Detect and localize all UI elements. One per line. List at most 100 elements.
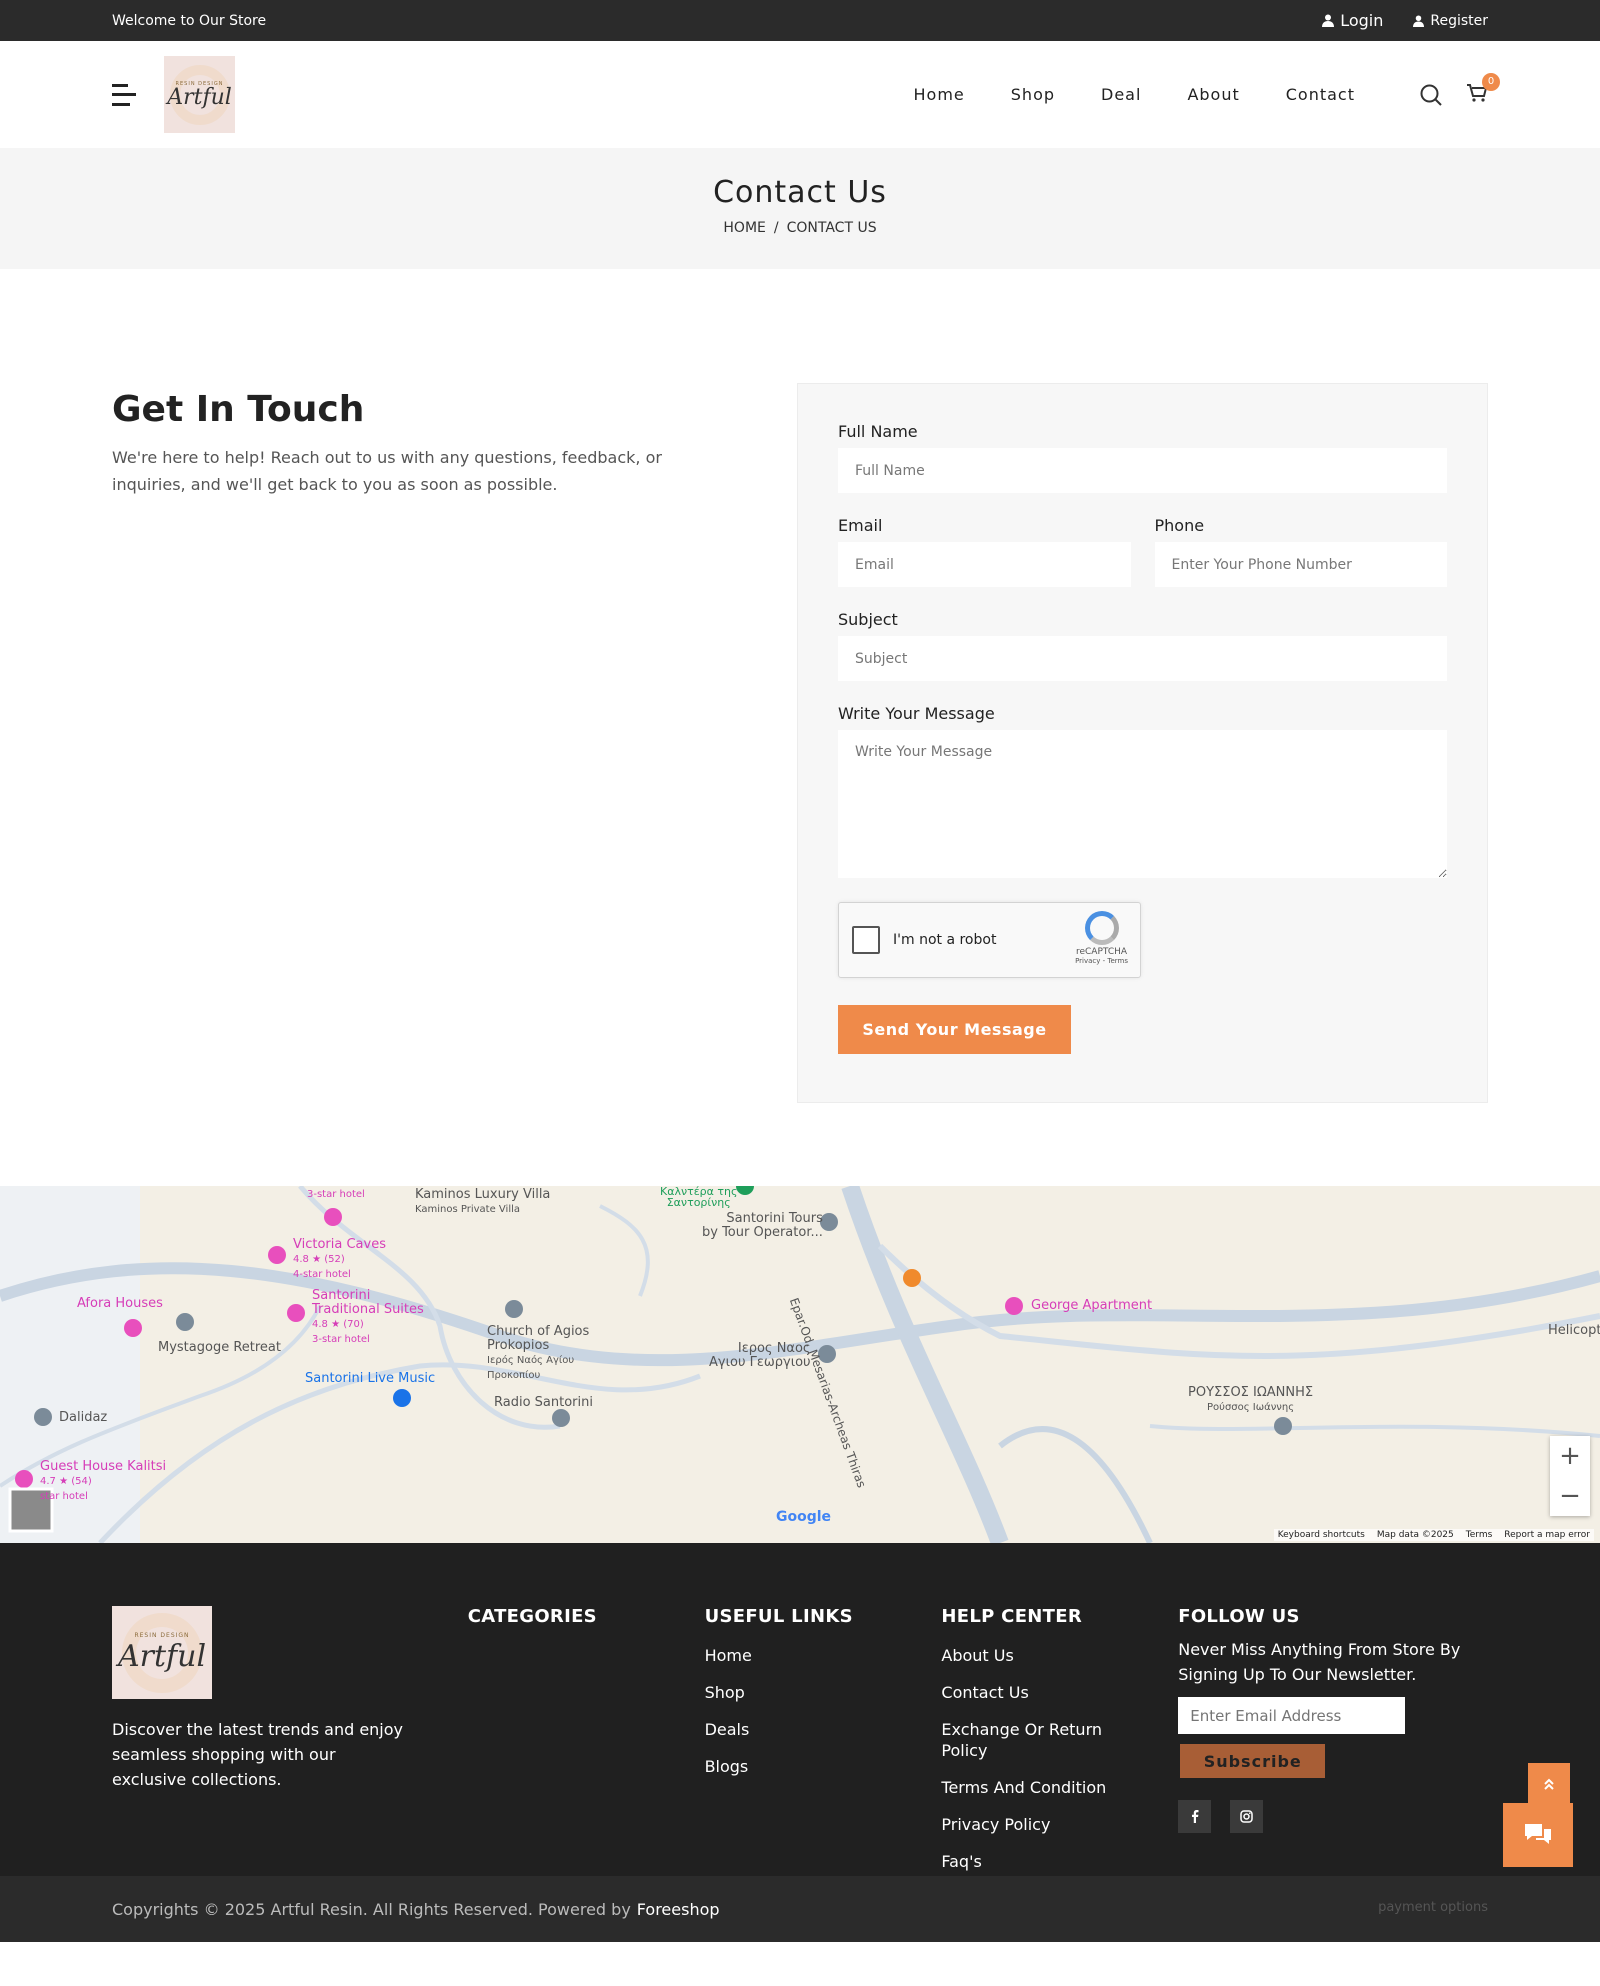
footer-about-text: Discover the latest trends and enjoy sea… [112,1720,404,1789]
breadcrumb: HOME / CONTACT US [0,220,1600,236]
subscribe-button[interactable]: Subscribe [1180,1744,1326,1778]
phone-input[interactable] [1154,542,1447,587]
powered-by-link[interactable]: Foreeshop [637,1900,720,1919]
nav-contact[interactable]: Contact [1286,85,1355,104]
map-label-text: Santorini [312,1288,371,1303]
map-label-sub: 4.8 ★ (52) [293,1254,345,1265]
footer-link-shop[interactable]: Shop [705,1682,942,1703]
copyright-text: Copyrights © 2025 Artful Resin. All Righ… [112,1899,631,1919]
map-label-text: Αγιου Γεωργιου [709,1355,811,1370]
map-label-sub: 4.8 ★ (70) [312,1319,364,1330]
keyboard-shortcuts-link[interactable]: Keyboard shortcuts [1278,1530,1365,1540]
footer-link-faq[interactable]: Faq's [941,1851,1178,1872]
footer-link-about-us[interactable]: About Us [941,1645,1178,1666]
hamburger-menu-icon[interactable] [112,83,136,106]
map-label-sub: by Tour Operator... [702,1225,823,1240]
scroll-to-top-button[interactable] [1528,1763,1570,1805]
help-center-heading: HELP CENTER [941,1606,1082,1627]
contact-form: Full Name Email Phone Subject Write Your… [797,383,1488,1103]
footer-link-deals[interactable]: Deals [705,1719,942,1740]
map-label-text: Traditional Suites [312,1302,424,1317]
map-label-sub: Kaminos Private Villa [415,1204,520,1215]
newsletter-email-input[interactable] [1178,1697,1406,1734]
site-logo[interactable]: RESIN DESIGN Artful [164,56,235,133]
map-label-sub: 3-star hotel [312,1334,370,1345]
footer-logo[interactable]: RESIN DESIGN Artful [112,1606,212,1699]
map-label-text: Guest House Kalitsi [40,1459,167,1474]
map-data-text: Map data ©2025 [1376,1530,1454,1540]
main-nav: Home Shop Deal About Contact [914,85,1355,104]
map-label: Victoria Caves 4.8 ★ (52) 4-star hotel [293,1238,386,1282]
breadcrumb-home[interactable]: HOME [723,220,765,236]
recaptcha-icon [1084,911,1119,945]
login-label: Login [1340,11,1384,30]
fullname-input[interactable] [838,448,1447,493]
send-message-button[interactable]: Send Your Message [838,1005,1071,1054]
facebook-icon[interactable] [1178,1800,1212,1833]
nav-shop[interactable]: Shop [1011,85,1055,104]
zoom-controls: + − [1550,1436,1590,1516]
copyright-bar: Copyrights © 2025 Artful Resin. All Righ… [0,1763,1600,1942]
nav-home[interactable]: Home [914,85,965,104]
email-input[interactable] [838,542,1131,587]
fullname-label: Full Name [838,422,918,441]
search-icon[interactable] [1420,84,1442,106]
map-label-sub: star hotel [40,1491,88,1502]
map-label: Santorini Traditional Suites 4.8 ★ (70) 3-s… [312,1289,424,1347]
map-label: Radio Santorini [494,1395,593,1410]
map-label-text: Kaminos Luxury Villa [415,1187,551,1202]
footer-link-contact-us[interactable]: Contact Us [941,1682,1178,1703]
map-label: Afora Houses [77,1296,163,1311]
breadcrumb-current: CONTACT US [786,220,877,236]
footer-link-privacy[interactable]: Privacy Policy [941,1814,1178,1835]
map-label-sub: Ρούσσος Ιωάννης [1207,1402,1295,1413]
recaptcha-checkbox[interactable] [852,926,880,954]
map-label-sub: 4-star hotel [293,1269,351,1280]
social-links [1178,1800,1488,1833]
map-label: Καλντέρα της Σαντορίνης [660,1186,737,1208]
welcome-text: Welcome to Our Store [112,12,267,29]
map-label-sub: Προκοπίου [487,1370,541,1381]
register-link[interactable]: Register [1413,13,1488,29]
zoom-in-button[interactable]: + [1559,1441,1581,1471]
chat-button[interactable] [1503,1803,1573,1867]
google-map[interactable]: 3-star hotel Kaminos Luxury Villa Kaminos… [0,1186,1600,1543]
nav-deal[interactable]: Deal [1101,85,1141,104]
footer-link-home[interactable]: Home [705,1645,942,1666]
cart-button[interactable]: 0 [1466,72,1500,107]
report-map-error-link[interactable]: Report a map error [1504,1530,1590,1540]
map-label: Guest House Kalitsi 4.7 ★ (54) star hotel [40,1460,166,1504]
subject-label: Subject [838,610,898,629]
map-footer: Keyboard shortcuts Map data ©2025 Terms … [1273,1529,1594,1541]
useful-links-heading: USEFUL LINKS [704,1606,853,1627]
map-label: Dalidaz [59,1410,108,1425]
recaptcha-label: I'm not a robot [893,932,997,948]
site-header: RESIN DESIGN Artful Home Shop Deal About… [0,41,1600,148]
footer-link-exchange-policy[interactable]: Exchange Or Return Policy [941,1719,1121,1761]
footer-link-blogs[interactable]: Blogs [705,1756,942,1777]
recaptcha-links[interactable]: Privacy - Terms [1075,957,1128,965]
categories-heading: CATEGORIES [467,1606,597,1627]
message-label: Write Your Message [838,704,995,723]
footer-link-terms[interactable]: Terms And Condition [941,1777,1178,1798]
map-label: Ιερος Ναος Αγιου Γεωργιου [709,1342,811,1370]
message-textarea[interactable] [838,730,1447,878]
instagram-icon[interactable] [1230,1800,1264,1833]
map-label-text: ΡΟΥΣΣΟΣ ΙΩΑΝΝΗΣ [1188,1385,1314,1400]
zoom-out-button[interactable]: − [1559,1481,1581,1511]
map-label-text: Ιερος Ναος [737,1341,811,1356]
login-link[interactable]: Login [1322,11,1383,30]
recaptcha-widget: I'm not a robot reCAPTCHA Privacy - Term… [838,902,1141,978]
map-label: Santorini Live Music [305,1371,436,1386]
email-label: Email [838,516,883,535]
subject-input[interactable] [838,636,1447,681]
logo-small-text: RESIN DESIGN [134,1631,190,1639]
map-terms-link[interactable]: Terms [1466,1530,1493,1540]
map-label-text: Victoria Caves [293,1237,386,1252]
google-logo: Google [776,1509,832,1525]
map-label: 3-star hotel [307,1189,365,1200]
get-in-touch-heading: Get In Touch [112,389,365,430]
nav-about[interactable]: About [1187,85,1239,104]
page-banner: Contact Us HOME / CONTACT US [0,148,1600,269]
recaptcha-logo: reCAPTCHA Privacy - Terms [1075,911,1128,965]
